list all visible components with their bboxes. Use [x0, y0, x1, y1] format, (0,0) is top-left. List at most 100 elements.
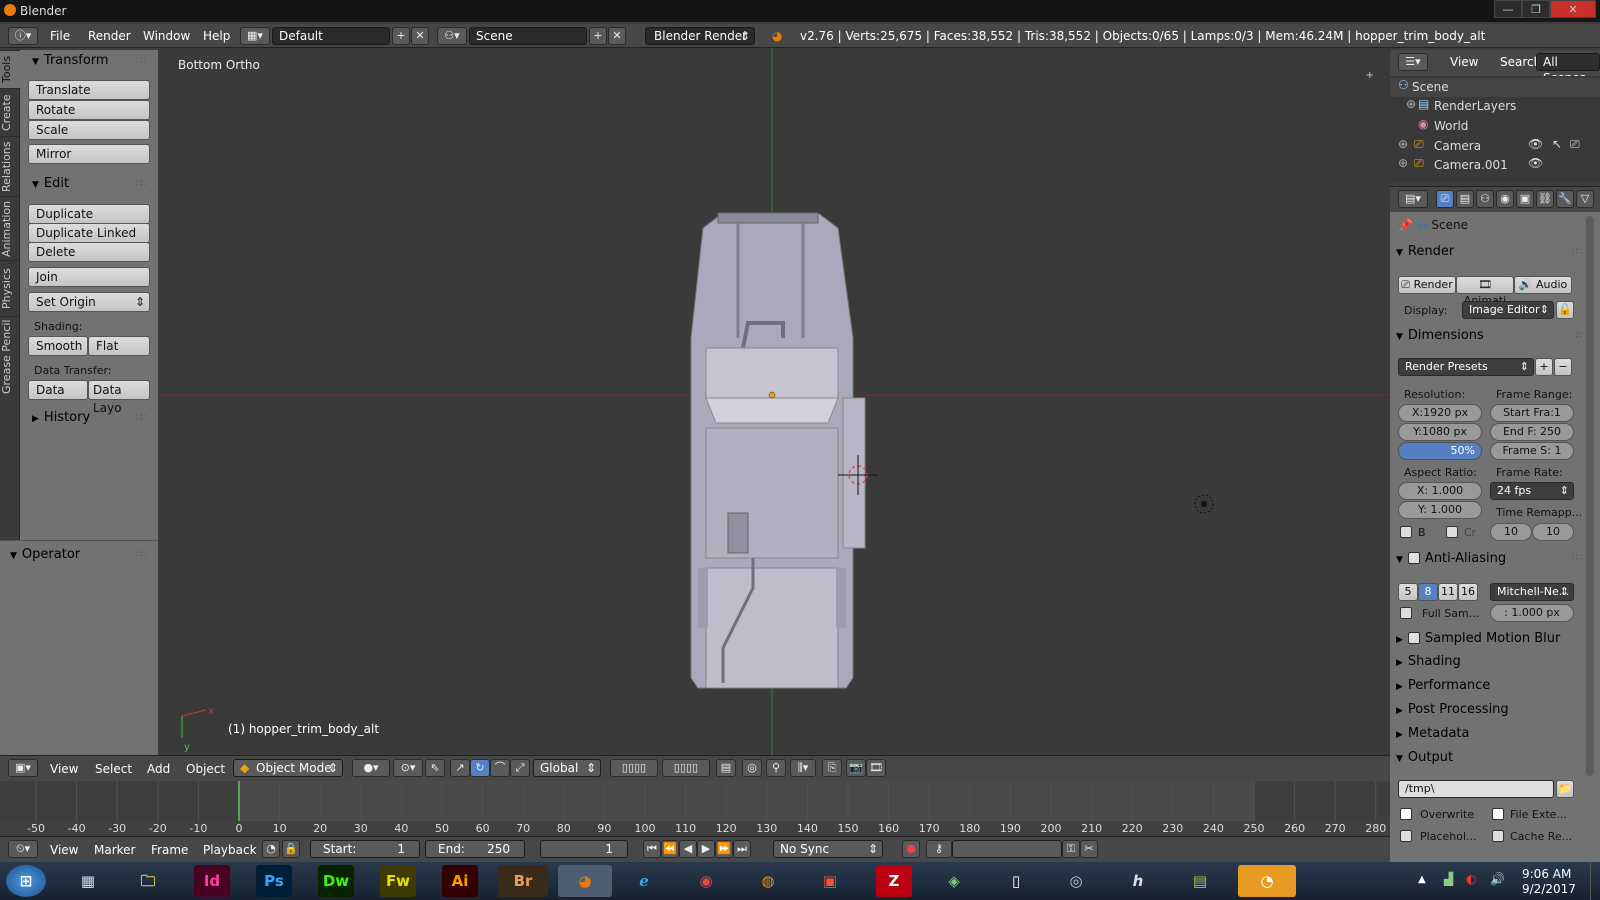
- current-frame-field[interactable]: 1: [540, 840, 628, 858]
- filezilla-icon[interactable]: Z: [876, 865, 912, 897]
- menu-view[interactable]: View: [50, 762, 78, 776]
- world-context-icon[interactable]: ◉: [1496, 190, 1514, 208]
- add-layout-button[interactable]: +: [392, 27, 410, 45]
- menu-playback[interactable]: Playback: [203, 843, 257, 857]
- expand-icon[interactable]: ⊕: [1398, 137, 1408, 151]
- scene-context-icon[interactable]: ⚇: [1476, 190, 1494, 208]
- end-frame-field[interactable]: End F: 250: [1490, 423, 1574, 441]
- play-icon[interactable]: ▶: [697, 840, 715, 858]
- resolution-x-field[interactable]: X:1920 px: [1398, 404, 1482, 422]
- start-button-icon[interactable]: ⊞: [6, 865, 46, 897]
- rotate-manipulator-icon[interactable]: ↻: [470, 759, 490, 777]
- dreamweaver-icon[interactable]: Dw: [318, 865, 354, 897]
- viewport-canvas[interactable]: y x: [158, 48, 1390, 755]
- jump-start-icon[interactable]: ⏮: [643, 840, 661, 858]
- render-button[interactable]: ⎚ Render: [1398, 276, 1456, 294]
- cache-result-checkbox[interactable]: [1492, 830, 1504, 842]
- visibility-eye-icon[interactable]: 👁: [1528, 137, 1543, 151]
- outliner-item-camera-001[interactable]: ⊕ ⎚ Camera.001 👁: [1390, 156, 1600, 170]
- record-icon[interactable]: ●: [902, 840, 920, 858]
- tab-animation[interactable]: Animation: [0, 196, 20, 260]
- indesign-icon[interactable]: Id: [194, 865, 230, 897]
- maximize-button[interactable]: ❐: [1522, 0, 1550, 18]
- output-panel-header[interactable]: ▼ Output: [1396, 750, 1592, 772]
- insert-keyframe-icon[interactable]: ⚿: [1062, 840, 1080, 858]
- volume-icon[interactable]: 🔊: [1490, 872, 1505, 886]
- show-desktop-button[interactable]: [1590, 862, 1600, 900]
- pin-icon[interactable]: 📌: [1398, 218, 1413, 232]
- antivirus-icon[interactable]: ◐: [1466, 872, 1476, 886]
- viewport-corner-widget-icon[interactable]: +: [1366, 70, 1374, 81]
- document-icon[interactable]: ▯: [994, 865, 1038, 897]
- drag-handle-icon[interactable]: ∷∷: [1572, 247, 1583, 257]
- chrome-icon[interactable]: ◉: [684, 865, 728, 897]
- remove-scene-button[interactable]: ✕: [608, 27, 626, 45]
- editor-type-timeline-icon[interactable]: ⏲▾: [8, 840, 38, 858]
- menu-file[interactable]: File: [50, 29, 70, 43]
- animation-button[interactable]: 🎞Animati: [1456, 276, 1514, 307]
- border-checkbox[interactable]: [1400, 526, 1412, 538]
- overwrite-checkbox[interactable]: [1400, 808, 1412, 820]
- editor-type-3d-icon[interactable]: ▣▾: [8, 759, 38, 777]
- mode-select[interactable]: ◆ Object Mode ⇕: [233, 759, 343, 777]
- minecraft-icon[interactable]: ◈: [932, 865, 976, 897]
- outliner-item-world[interactable]: ◉ World: [1390, 117, 1600, 136]
- crop-checkbox[interactable]: [1446, 526, 1458, 538]
- menu-object[interactable]: Object: [186, 762, 225, 776]
- render-panel-header[interactable]: ▼ Render ∷∷: [1396, 244, 1592, 266]
- chart-app-icon[interactable]: ▤: [1178, 865, 1222, 897]
- metadata-panel-header[interactable]: ▶ Metadata: [1396, 726, 1592, 748]
- pivot-point-icon[interactable]: ⊙▾: [393, 759, 423, 777]
- join-button[interactable]: Join: [28, 267, 150, 287]
- full-sample-checkbox[interactable]: [1400, 607, 1412, 619]
- display-mode-select[interactable]: All Scenes: [1536, 53, 1600, 85]
- menu-window[interactable]: Window: [143, 29, 190, 43]
- 3d-viewport[interactable]: Bottom Ortho y x (1) hopper_trim_body_al…: [158, 48, 1390, 755]
- scale-manipulator-icon[interactable]: ⤢: [510, 759, 530, 777]
- anti-aliasing-checkbox[interactable]: [1407, 552, 1420, 564]
- time-remap-old-field[interactable]: 10: [1490, 523, 1532, 541]
- flat-button[interactable]: Flat: [88, 336, 150, 356]
- proportional-edit-icon[interactable]: ◎: [742, 759, 762, 777]
- post-processing-panel-header[interactable]: ▶ Post Processing: [1396, 702, 1592, 724]
- outliner-item-scene[interactable]: ⚇ Scene: [1390, 78, 1600, 97]
- resolution-y-field[interactable]: Y:1080 px: [1398, 423, 1482, 441]
- drag-handle-icon[interactable]: ∷∷: [136, 550, 147, 560]
- scene-field[interactable]: Scene: [469, 27, 587, 45]
- render-presets-select[interactable]: Render Presets ⇕: [1398, 358, 1534, 376]
- layers-grid-2-icon[interactable]: ▯▯▯▯: [662, 759, 710, 777]
- aspect-y-field[interactable]: Y: 1.000: [1398, 501, 1482, 519]
- operator-panel-header[interactable]: ▼ Operator: [10, 547, 80, 562]
- add-scene-button[interactable]: +: [589, 27, 607, 45]
- menu-help[interactable]: Help: [203, 29, 230, 43]
- timeline-canvas[interactable]: -50 -40 -30 -20 -10 0 10 20 30 40 50 60 70 80 90 100 110…: [0, 781, 1390, 835]
- minimize-button[interactable]: —: [1494, 0, 1522, 18]
- remove-layout-button[interactable]: ✕: [411, 27, 429, 45]
- scene-icon[interactable]: ⚇▾: [437, 27, 467, 45]
- fireworks-icon[interactable]: Fw: [380, 865, 416, 897]
- play-reverse-icon[interactable]: ◀: [679, 840, 697, 858]
- mirror-button[interactable]: Mirror: [28, 144, 150, 164]
- photoshop-icon[interactable]: Ps: [256, 865, 292, 897]
- ubuntu-app-icon[interactable]: ◔: [1238, 865, 1296, 897]
- menu-marker[interactable]: Marker: [94, 843, 135, 857]
- menu-render[interactable]: Render: [88, 29, 131, 43]
- properties-scrollbar[interactable]: [1586, 216, 1594, 776]
- display-select[interactable]: Image Editor ⇕: [1462, 301, 1554, 319]
- duplicate-linked-button[interactable]: Duplicate Linked: [28, 223, 150, 243]
- menu-view[interactable]: View: [50, 843, 78, 857]
- opengl-render-icon[interactable]: 🎞: [866, 759, 886, 777]
- browse-folder-icon[interactable]: 📁: [1556, 780, 1574, 798]
- add-preset-button[interactable]: +: [1535, 358, 1553, 376]
- timeline-area[interactable]: -50 -40 -30 -20 -10 0 10 20 30 40 50 60 70 80 90 100 110…: [0, 781, 1390, 835]
- outliner-item-renderlayers[interactable]: ⊕ ▤ RenderLayers: [1390, 97, 1600, 116]
- expand-icon[interactable]: ⊕: [1398, 156, 1408, 170]
- menu-add[interactable]: Add: [147, 762, 170, 776]
- start-frame-field[interactable]: Start: 1: [310, 840, 420, 858]
- drag-handle-icon[interactable]: ∷∷: [136, 413, 147, 423]
- delete-keyframe-icon[interactable]: ✂: [1080, 840, 1098, 858]
- audio-button[interactable]: 🔊 Audio: [1514, 276, 1572, 294]
- jump-end-icon[interactable]: ⏭: [733, 840, 751, 858]
- transform-orientation-select[interactable]: Global ⇕: [533, 759, 601, 777]
- selectability-cursor-icon[interactable]: ↖: [1552, 137, 1562, 151]
